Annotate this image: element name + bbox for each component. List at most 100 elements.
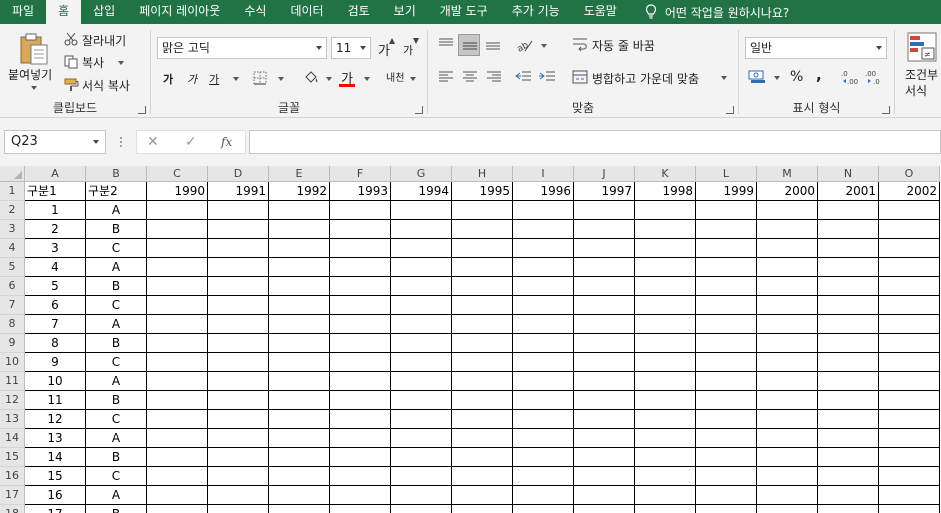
cell-F9[interactable] [330, 334, 391, 353]
cell-F17[interactable] [330, 486, 391, 505]
cell-N12[interactable] [818, 391, 879, 410]
align-right-icon[interactable] [486, 71, 502, 83]
cell-N4[interactable] [818, 239, 879, 258]
row-header[interactable]: 3 [0, 220, 25, 239]
cell-A2[interactable]: 1 [25, 201, 86, 220]
alignment-launcher-icon[interactable] [726, 106, 734, 114]
cell-M18[interactable] [757, 505, 818, 513]
menu-tab[interactable]: 데이터 [278, 0, 335, 24]
cell-D18[interactable] [208, 505, 269, 513]
paste-caret-icon[interactable] [31, 86, 37, 90]
cell-C2[interactable] [147, 201, 208, 220]
cell-C12[interactable] [147, 391, 208, 410]
row-header[interactable]: 15 [0, 448, 25, 467]
orientation-caret-icon[interactable] [541, 44, 547, 48]
cell-H17[interactable] [452, 486, 513, 505]
accounting-format-icon[interactable] [748, 70, 766, 84]
column-header[interactable]: F [330, 166, 391, 182]
cell-G10[interactable] [391, 353, 452, 372]
phonetic-caret-icon[interactable] [410, 77, 416, 81]
row-header[interactable]: 2 [0, 201, 25, 220]
cell-E13[interactable] [269, 410, 330, 429]
cell-A10[interactable]: 9 [25, 353, 86, 372]
cell-A15[interactable]: 14 [25, 448, 86, 467]
cell-F15[interactable] [330, 448, 391, 467]
cell-K9[interactable] [635, 334, 696, 353]
row-header[interactable]: 1 [0, 182, 25, 201]
bold-button[interactable]: 가 [163, 71, 173, 87]
cell-A7[interactable]: 6 [25, 296, 86, 315]
column-header[interactable]: I [513, 166, 574, 182]
cell-K18[interactable] [635, 505, 696, 513]
cell-C13[interactable] [147, 410, 208, 429]
cell-G12[interactable] [391, 391, 452, 410]
cell-M5[interactable] [757, 258, 818, 277]
cell-J6[interactable] [574, 277, 635, 296]
increase-indent-icon[interactable] [538, 70, 556, 84]
cell-I9[interactable] [513, 334, 574, 353]
menu-tab[interactable]: 삽입 [81, 0, 127, 24]
formula-input[interactable] [249, 130, 941, 154]
insert-function-icon[interactable]: fx [221, 135, 232, 149]
cell-O4[interactable] [879, 239, 940, 258]
cell-K13[interactable] [635, 410, 696, 429]
cell-O13[interactable] [879, 410, 940, 429]
cell-J13[interactable] [574, 410, 635, 429]
row-header[interactable]: 16 [0, 467, 25, 486]
cell-F1[interactable]: 1993 [330, 182, 391, 201]
cell-O1[interactable]: 2002 [879, 182, 940, 201]
cell-J7[interactable] [574, 296, 635, 315]
cell-J15[interactable] [574, 448, 635, 467]
orientation-icon[interactable]: ab [516, 37, 534, 53]
cell-G5[interactable] [391, 258, 452, 277]
cell-C1[interactable]: 1990 [147, 182, 208, 201]
cell-O18[interactable] [879, 505, 940, 513]
cell-K8[interactable] [635, 315, 696, 334]
cell-M8[interactable] [757, 315, 818, 334]
fill-color-icon[interactable] [303, 69, 319, 85]
cell-M11[interactable] [757, 372, 818, 391]
menu-tab[interactable]: 페이지 레이아웃 [127, 0, 232, 24]
cell-K3[interactable] [635, 220, 696, 239]
cell-A5[interactable]: 4 [25, 258, 86, 277]
cell-N1[interactable]: 2001 [818, 182, 879, 201]
cell-J12[interactable] [574, 391, 635, 410]
cell-K12[interactable] [635, 391, 696, 410]
cell-D3[interactable] [208, 220, 269, 239]
phonetic-button[interactable]: 내천 [386, 69, 404, 84]
cell-M2[interactable] [757, 201, 818, 220]
font-name-combo[interactable]: 맑은 고딕 [157, 37, 327, 59]
cell-J14[interactable] [574, 429, 635, 448]
menu-tab[interactable]: 도움말 [572, 0, 629, 24]
cell-K17[interactable] [635, 486, 696, 505]
cell-I11[interactable] [513, 372, 574, 391]
cell-D2[interactable] [208, 201, 269, 220]
cell-G16[interactable] [391, 467, 452, 486]
cell-G11[interactable] [391, 372, 452, 391]
cell-O9[interactable] [879, 334, 940, 353]
cell-M10[interactable] [757, 353, 818, 372]
copy-caret-icon[interactable] [118, 61, 124, 65]
cell-L12[interactable] [696, 391, 757, 410]
cell-K4[interactable] [635, 239, 696, 258]
cell-N8[interactable] [818, 315, 879, 334]
cell-B9[interactable]: B [86, 334, 147, 353]
cell-D8[interactable] [208, 315, 269, 334]
cell-D7[interactable] [208, 296, 269, 315]
cell-C16[interactable] [147, 467, 208, 486]
cell-I13[interactable] [513, 410, 574, 429]
cell-M13[interactable] [757, 410, 818, 429]
cell-N18[interactable] [818, 505, 879, 513]
cell-B18[interactable]: B [86, 505, 147, 513]
cell-B4[interactable]: C [86, 239, 147, 258]
cell-N3[interactable] [818, 220, 879, 239]
cell-B1[interactable]: 구분2 [86, 182, 147, 201]
cell-C3[interactable] [147, 220, 208, 239]
cell-M3[interactable] [757, 220, 818, 239]
menu-tab[interactable]: 수식 [232, 0, 278, 24]
cell-A12[interactable]: 11 [25, 391, 86, 410]
format-painter-button[interactable]: 서식 복사 [82, 77, 130, 94]
cell-A13[interactable]: 12 [25, 410, 86, 429]
cell-I5[interactable] [513, 258, 574, 277]
cell-E2[interactable] [269, 201, 330, 220]
